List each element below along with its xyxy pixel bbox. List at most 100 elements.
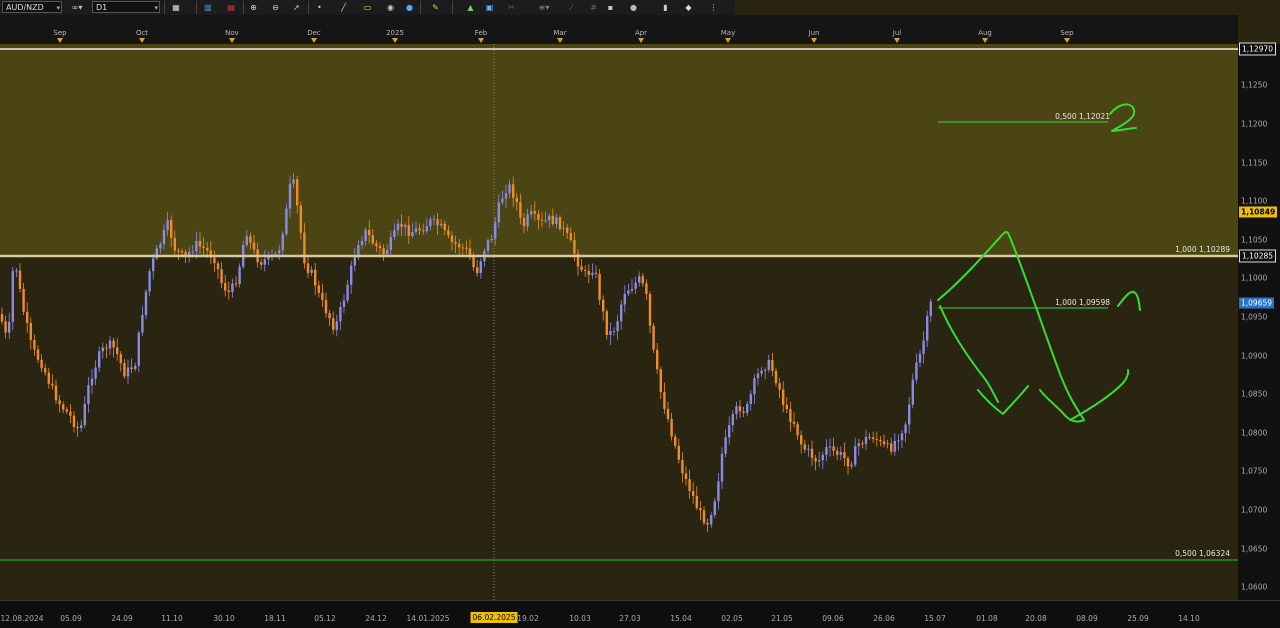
- dot-icon[interactable]: •: [314, 2, 325, 13]
- timeframe-selector[interactable]: D1 ▾: [92, 1, 160, 13]
- date-tick-label: 21.05: [771, 614, 793, 623]
- candle-body: [206, 247, 209, 251]
- candle-body: [72, 415, 76, 427]
- candle-body: [504, 193, 508, 199]
- candle-body: [742, 411, 745, 413]
- candle-body: [717, 481, 720, 502]
- fib-lower-label: 0,500 1,06324: [1175, 549, 1230, 558]
- candle-body: [836, 450, 839, 455]
- circle-icon[interactable]: ●: [628, 2, 639, 13]
- bar-chart-icon[interactable]: ▥: [201, 2, 215, 13]
- candle-body: [638, 276, 641, 283]
- candle-body: [922, 340, 925, 354]
- candle-body: [342, 300, 346, 308]
- line-icon[interactable]: ╱: [338, 2, 349, 13]
- candle-body: [753, 378, 756, 395]
- candle-body: [80, 425, 83, 429]
- candle-body: [674, 436, 677, 446]
- candle-body: [868, 436, 871, 438]
- candle-body: [796, 423, 799, 436]
- candle-body: [548, 215, 551, 221]
- grid-icon[interactable]: #: [588, 2, 599, 13]
- pencil-icon[interactable]: ✎: [430, 2, 441, 13]
- candle-body: [767, 359, 770, 370]
- chart-type-icon[interactable]: ▦: [168, 2, 184, 13]
- toolbar-divider: [452, 1, 453, 14]
- date-tick-label: 19.02: [517, 614, 539, 623]
- candle-body: [702, 510, 706, 523]
- candle-body: [440, 223, 443, 226]
- date-tick-label: 01.08: [976, 614, 998, 623]
- candle-body: [119, 354, 122, 364]
- candle-body: [627, 290, 630, 294]
- candle-body: [328, 313, 331, 319]
- candle-body: [260, 262, 263, 265]
- candle-body: [566, 227, 569, 234]
- slash-icon[interactable]: ⁄: [566, 2, 577, 13]
- month-label: Nov: [225, 29, 239, 37]
- candle-body: [843, 452, 846, 459]
- candle-body: [818, 460, 821, 462]
- candle-body: [101, 347, 104, 352]
- candle-body: [746, 404, 749, 413]
- date-tick-label: 30.10: [213, 614, 235, 623]
- price-tick-label: 1,0650: [1241, 544, 1268, 553]
- bookmark-icon[interactable]: ▪: [605, 2, 616, 13]
- eraser-icon[interactable]: ◆: [683, 2, 694, 13]
- price-tick-label: 1,0800: [1241, 428, 1268, 438]
- candle-body: [893, 440, 896, 452]
- symbol-selector[interactable]: AUD/NZD ▾: [2, 1, 62, 13]
- candle-body: [522, 217, 526, 227]
- candle-body: [681, 459, 684, 474]
- landscape-icon[interactable]: ▲: [465, 2, 476, 13]
- window-icon[interactable]: ▣: [484, 2, 495, 13]
- date-tick-label: 05.12: [314, 614, 336, 623]
- eye-icon[interactable]: ◉: [385, 2, 396, 13]
- candle-body: [872, 437, 875, 439]
- candle-body: [497, 202, 500, 223]
- candle-body: [587, 270, 590, 276]
- candle-body: [526, 214, 529, 227]
- candle-body: [612, 331, 616, 333]
- candle-body: [846, 458, 850, 467]
- candle-body: [224, 283, 227, 291]
- candle-body: [396, 223, 400, 231]
- candle-body: [630, 288, 634, 291]
- candle-body: [789, 408, 792, 422]
- price-tick-label: 1,1200: [1241, 119, 1268, 129]
- candle-body: [166, 220, 169, 231]
- chain-link-icon[interactable]: ∞▾: [67, 2, 87, 13]
- scissors-icon[interactable]: ✂: [506, 2, 517, 13]
- candle-body: [126, 367, 130, 377]
- date-tick-label: 27.03: [619, 614, 641, 623]
- price-axis[interactable]: 1,1250 1,1200 1,1150 1,1100 1,1050 1,1000 1,09…: [1238, 42, 1280, 600]
- date-tick-label: 15.04: [670, 614, 692, 623]
- list-icon[interactable]: ≡▾: [536, 2, 552, 13]
- candle-body: [144, 291, 148, 316]
- date-crosshair-label: 06.02.2025: [470, 612, 518, 623]
- candle-body: [738, 406, 742, 412]
- price-chart[interactable]: [0, 44, 1238, 600]
- candle-body: [832, 446, 835, 451]
- date-tick-label: 24.12: [365, 614, 387, 623]
- pointer-icon[interactable]: ➚: [291, 2, 302, 13]
- candle-body: [393, 230, 396, 238]
- candle-body: [807, 448, 810, 450]
- price-tick-label: 1,0900: [1241, 351, 1268, 360]
- candle-body: [332, 318, 335, 330]
- price-tick-label: 1,1250: [1241, 80, 1268, 90]
- candles-icon[interactable]: ▤: [224, 2, 238, 13]
- date-axis[interactable]: 12.08.2024 05.09 24.09 11.10 30.10 18.11 05.12…: [0, 600, 1280, 628]
- candle-body: [756, 373, 760, 379]
- menu-icon[interactable]: ⋮: [708, 2, 719, 13]
- note-icon[interactable]: ▭: [362, 2, 373, 13]
- candle-body: [306, 263, 310, 273]
- trash-icon[interactable]: ▮: [660, 2, 671, 13]
- lower-zone: [0, 256, 1238, 560]
- candle-body: [94, 367, 97, 379]
- zoom-in-icon[interactable]: ⊕: [248, 2, 259, 13]
- zoom-out-icon[interactable]: ⊖: [270, 2, 281, 13]
- candle-body: [692, 491, 695, 496]
- globe-icon[interactable]: ●: [404, 2, 415, 13]
- candle-body: [303, 232, 306, 264]
